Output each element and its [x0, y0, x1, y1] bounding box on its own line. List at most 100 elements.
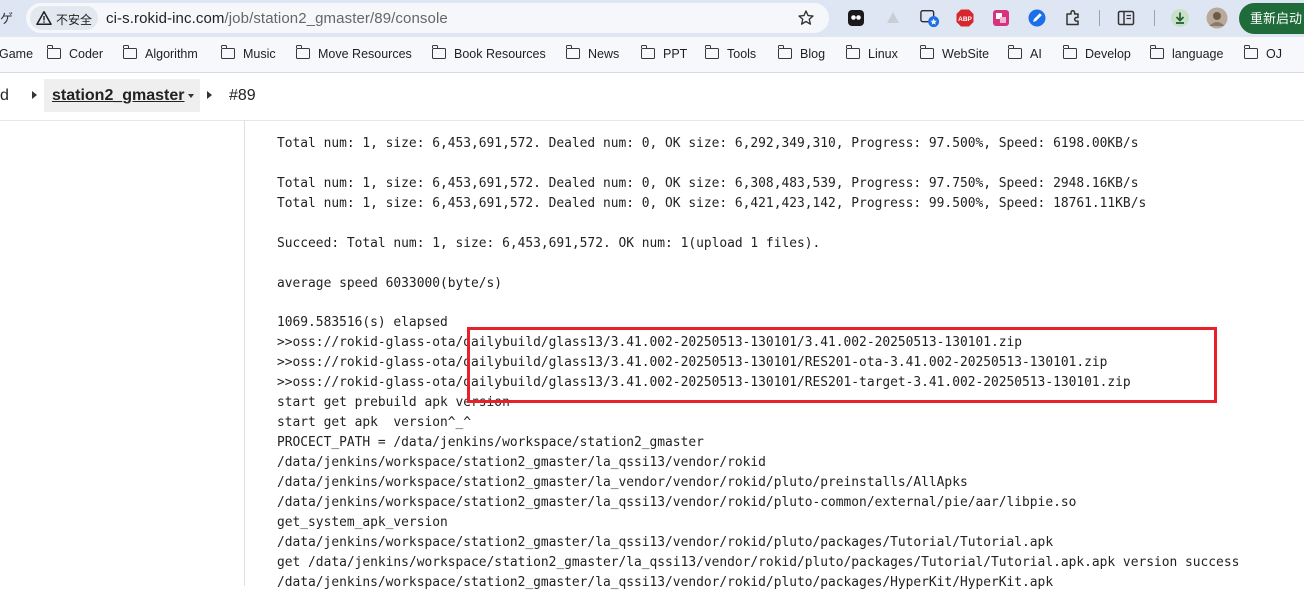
- folder-icon: [777, 45, 792, 59]
- address-bar[interactable]: 不安全 ci-s.rokid-inc.com/job/station2_gmas…: [26, 3, 829, 33]
- bookmark-label: WebSite: [942, 47, 990, 61]
- bookmark-website[interactable]: WebSite: [919, 45, 990, 65]
- bookmark-label: News: [588, 47, 620, 61]
- download-icon[interactable]: [1170, 8, 1190, 28]
- bookmark-label: Algorithm: [145, 47, 198, 61]
- bookmark-linux[interactable]: Linux: [845, 45, 898, 65]
- bookmark-label: Tools: [727, 47, 757, 61]
- bookmark-label: OJ: [1266, 47, 1282, 61]
- puzzle-icon[interactable]: [1063, 8, 1083, 28]
- tab-edge-text: ゲ: [0, 11, 14, 26]
- pen-icon[interactable]: [1027, 8, 1047, 28]
- console-line: Total num: 1, size: 6,453,691,572. Deale…: [277, 195, 1147, 211]
- folder-icon: [122, 45, 137, 59]
- svg-text:ABP: ABP: [958, 16, 972, 23]
- console-line: Total num: 1, size: 6,453,691,572. Deale…: [277, 136, 1139, 151]
- browser-toolbar: ゲ 不安全 ci-s.rokid-inc.com/job/station2_gm…: [0, 0, 1304, 37]
- bookmark-game[interactable]: Game: [0, 47, 33, 65]
- console-line: PROCECT_PATH = /data/jenkins/workspace/s…: [277, 435, 704, 451]
- console-line: >>oss://rokid-glass-ota/dailybuild/glass…: [277, 375, 1131, 391]
- url-text[interactable]: ci-s.rokid-inc.com/job/station2_gmaster/…: [106, 10, 448, 27]
- folder-icon: [46, 45, 61, 59]
- reading-list-icon[interactable]: [1116, 8, 1136, 28]
- console-line: get_system_apk_version: [277, 514, 448, 530]
- bookmark-blog[interactable]: Blog: [777, 45, 826, 65]
- bookmark-label: Linux: [868, 47, 898, 61]
- breadcrumb-build[interactable]: #89: [229, 87, 256, 105]
- ext-icon[interactable]: [846, 8, 866, 28]
- console-line: /data/jenkins/workspace/station2_gmaster…: [277, 574, 1054, 590]
- console-line: >>oss://rokid-glass-ota/dailybuild/glass…: [277, 355, 1108, 371]
- bookmark-book-resources[interactable]: Book Resources: [431, 45, 546, 65]
- breadcrumb: d station2_gmaster #89: [0, 73, 1304, 121]
- bookmark-news[interactable]: News: [565, 45, 620, 65]
- bookmark-develop[interactable]: Develop: [1062, 45, 1131, 65]
- bookmark-music[interactable]: Music: [220, 45, 276, 65]
- console-line: Total num: 1, size: 6,453,691,572. Deale…: [277, 175, 1139, 191]
- bookmark-language[interactable]: language: [1149, 45, 1224, 65]
- console-line: /data/jenkins/workspace/station2_gmaster…: [277, 474, 968, 490]
- triangle-icon[interactable]: [883, 8, 903, 28]
- security-chip[interactable]: 不安全: [30, 6, 98, 30]
- bookmark-tools[interactable]: Tools: [704, 45, 757, 65]
- bookmark-move-resources[interactable]: Move Resources: [295, 45, 412, 65]
- breadcrumb-chevron-icon: [32, 91, 37, 99]
- folder-icon: [220, 45, 235, 59]
- console-line: /data/jenkins/workspace/station2_gmaster…: [277, 455, 766, 470]
- bookmark-label: language: [1172, 47, 1224, 61]
- folder-icon: [295, 45, 310, 59]
- bookmark-algorithm[interactable]: Algorithm: [122, 45, 198, 65]
- console-line: /data/jenkins/workspace/station2_gmaster…: [277, 494, 1077, 510]
- breadcrumb-prev[interactable]: d: [0, 87, 9, 105]
- bookmark-label: Move Resources: [318, 47, 412, 61]
- bookmark-label: PPT: [663, 47, 688, 61]
- translate-badge-icon[interactable]: [920, 8, 940, 28]
- console-line: 1069.583516(s) elapsed: [277, 315, 448, 331]
- folder-icon: [704, 45, 719, 59]
- bookmark-label: Book Resources: [454, 47, 546, 61]
- bookmark-ai[interactable]: AI: [1007, 45, 1042, 65]
- bookmark-oj[interactable]: OJ: [1243, 45, 1282, 65]
- bookmark-label: AI: [1030, 47, 1042, 61]
- restart-button[interactable]: 重新启动: [1239, 3, 1304, 34]
- toolbar-divider: [1154, 10, 1155, 26]
- folder-icon: [431, 45, 446, 59]
- dropdown-caret-icon[interactable]: [188, 94, 194, 98]
- abp-icon[interactable]: ABP: [955, 8, 975, 28]
- folder-icon: [919, 45, 934, 59]
- console-line: start get prebuild apk version: [277, 395, 510, 411]
- folder-icon: [1062, 45, 1077, 59]
- console-output: Total num: 1, size: 6,453,691,572. Deale…: [277, 134, 1239, 593]
- bookmark-label: Blog: [800, 47, 826, 61]
- folder-icon: [1149, 45, 1164, 59]
- console-line: >>oss://rokid-glass-ota/dailybuild/glass…: [277, 335, 1023, 351]
- breadcrumb-job[interactable]: station2_gmaster: [52, 87, 185, 105]
- bookmark-ppt[interactable]: PPT: [640, 45, 688, 65]
- folder-icon: [640, 45, 655, 59]
- bookmark-label: Coder: [69, 47, 104, 61]
- bookmark-label: Develop: [1085, 47, 1131, 61]
- console-line: start get apk version^_^: [277, 415, 472, 431]
- avatar[interactable]: [1206, 7, 1228, 29]
- folder-icon: [845, 45, 860, 59]
- console-line: get /data/jenkins/workspace/station2_gma…: [277, 554, 1240, 570]
- bookmark-coder[interactable]: Coder: [46, 45, 104, 65]
- sidebar-divider: [244, 121, 245, 586]
- console-line: average speed 6033000(byte/s): [277, 275, 503, 291]
- url-path: /job/station2_gmaster/89/console: [224, 10, 448, 27]
- url-host: ci-s.rokid-inc.com: [106, 10, 225, 27]
- bookmark-label: Game: [0, 47, 34, 61]
- console-line: Succeed: Total num: 1, size: 6,453,691,5…: [277, 235, 821, 251]
- bookmark-star-icon[interactable]: [797, 9, 815, 27]
- breadcrumb-chevron-icon: [207, 91, 212, 99]
- warning-icon: [36, 11, 52, 25]
- folder-icon: [1007, 45, 1022, 59]
- security-label: 不安全: [56, 13, 93, 27]
- bookmarks-bar: Game Coder Algorithm Music Move Resource…: [0, 37, 1304, 73]
- translate-icon[interactable]: [991, 8, 1011, 28]
- console-line: /data/jenkins/workspace/station2_gmaster…: [277, 534, 1054, 550]
